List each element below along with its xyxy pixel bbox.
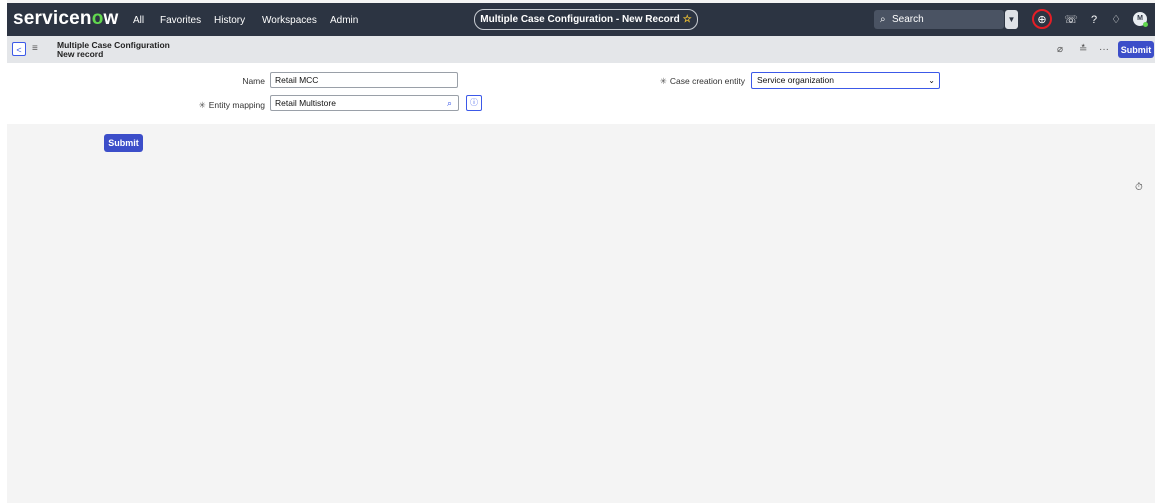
more-icon[interactable]: ··· [1099, 44, 1109, 55]
nav-all[interactable]: All [133, 15, 144, 26]
app-frame: servicenow All Favorites History Workspa… [7, 0, 1155, 503]
top-navigation-bar: servicenow All Favorites History Workspa… [7, 3, 1155, 36]
search-placeholder: Search [892, 14, 924, 25]
user-avatar[interactable]: M [1133, 12, 1148, 27]
online-status-dot [1143, 22, 1148, 27]
breadcrumb-record: New record [57, 49, 104, 59]
attachment-icon[interactable]: ⌀ [1057, 44, 1063, 55]
nav-history[interactable]: History [214, 15, 245, 26]
required-icon: ✳ [659, 76, 667, 86]
nav-favorites[interactable]: Favorites [160, 15, 201, 26]
nav-admin[interactable]: Admin [330, 15, 358, 26]
case-creation-entity-select[interactable]: Service organization ⌄ [751, 72, 940, 89]
info-icon[interactable]: ⓘ [466, 95, 482, 111]
help-icon[interactable]: ? [1087, 13, 1101, 27]
menu-icon[interactable]: ≡ [32, 43, 38, 54]
back-button[interactable]: < [12, 42, 26, 56]
header-submit-button[interactable]: Submit [1118, 41, 1154, 58]
record-title: Multiple Case Configuration - New Record [480, 14, 680, 25]
entity-mapping-label: ✳ Entity mapping [198, 100, 265, 110]
globe-icon[interactable]: ⊕ [1035, 13, 1049, 27]
name-input[interactable]: Retail MCC [270, 72, 458, 88]
case-creation-entity-label: ✳ Case creation entity [659, 76, 745, 86]
form-header: < ≡ Multiple Case Configuration New reco… [7, 36, 1155, 63]
name-label: Name [242, 76, 265, 86]
chevron-down-icon: ⌄ [928, 76, 935, 85]
search-scope-dropdown[interactable]: ▼ [1005, 10, 1018, 29]
record-form: Name Retail MCC ✳ Entity mapping Retail M… [7, 63, 1155, 124]
form-submit-button[interactable]: Submit [104, 134, 143, 152]
bell-icon[interactable]: ♢ [1109, 13, 1123, 27]
timer-icon[interactable]: ⏱ [1135, 182, 1143, 193]
lookup-search-icon[interactable]: ⌕ [441, 95, 459, 111]
search-icon: ⌕ [880, 14, 886, 25]
global-search[interactable]: ⌕ Search [874, 10, 1004, 29]
required-icon: ✳ [198, 100, 206, 110]
servicenow-logo[interactable]: servicenow [13, 9, 119, 29]
nav-workspaces[interactable]: Workspaces [262, 15, 317, 26]
settings-icon[interactable]: ≛ [1079, 44, 1087, 55]
record-title-pill[interactable]: Multiple Case Configuration - New Record… [474, 9, 698, 30]
entity-mapping-input[interactable]: Retail Multistore [270, 95, 443, 111]
star-icon[interactable]: ☆ [683, 14, 692, 25]
chat-icon[interactable]: ☏ [1064, 13, 1078, 27]
